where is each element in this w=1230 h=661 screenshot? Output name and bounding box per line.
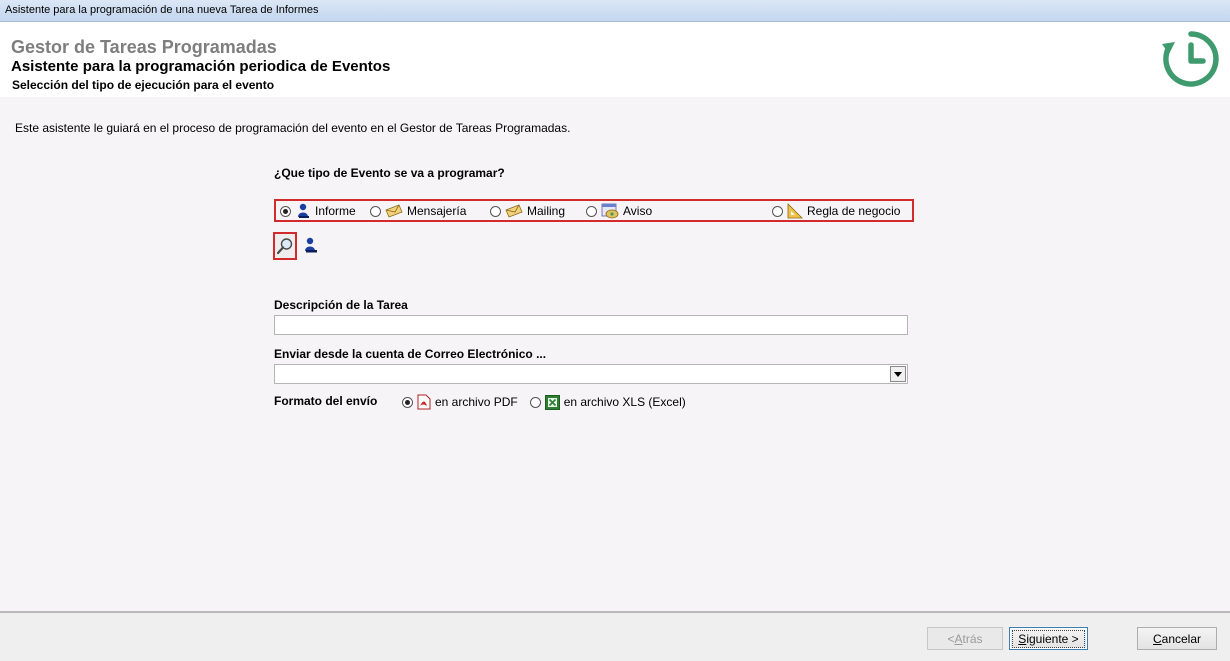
next-button[interactable]: Siguiente > <box>1009 627 1088 650</box>
radio-aviso[interactable] <box>586 205 597 217</box>
format-radio-group: en archivo PDF en archivo XLS (Excel) <box>402 393 686 411</box>
magnifier-icon <box>276 238 293 255</box>
event-type-question: ¿Que tipo de Evento se va a programar? <box>274 166 505 180</box>
ruler-triangle-icon <box>787 203 803 219</box>
event-type-informe[interactable]: Informe <box>280 202 356 220</box>
excel-icon <box>544 394 560 410</box>
option-label: Aviso <box>623 204 653 218</box>
back-button[interactable]: < Atrás <box>927 627 1003 650</box>
event-type-regla-de-negocio[interactable]: Regla de negocio <box>772 202 900 220</box>
description-label: Descripción de la Tarea <box>274 298 408 312</box>
radio-regla-de-negocio[interactable] <box>772 205 783 217</box>
option-label: Informe <box>315 204 356 218</box>
intro-text: Este asistente le guiará en el proceso d… <box>15 121 571 135</box>
event-type-mailing[interactable]: Mailing <box>490 202 565 220</box>
back-button-rest: trás <box>962 631 983 646</box>
back-button-mnemonic: A <box>954 631 963 646</box>
format-xls-label[interactable]: en archivo XLS (Excel) <box>564 395 686 409</box>
radio-mensajeria[interactable] <box>370 205 381 217</box>
report-user-icon <box>298 203 309 218</box>
wizard-title: Asistente para la programación periodica… <box>11 58 391 75</box>
search-report-button[interactable] <box>273 232 297 260</box>
wizard-footer: < Atrás Siguiente > Cancelar <box>0 613 1230 661</box>
wizard-header: Gestor de Tareas Programadas Asistente p… <box>0 22 1230 97</box>
event-type-mensajeria[interactable]: Mensajería <box>370 202 466 220</box>
cancel-button-mnemonic: C <box>1152 631 1162 646</box>
window-titlebar: Asistente para la programación de una nu… <box>0 0 1230 22</box>
email-account-label: Enviar desde la cuenta de Correo Electró… <box>274 347 547 361</box>
notice-icon <box>601 203 619 219</box>
format-label: Formato del envío <box>274 394 378 408</box>
option-label: Mailing <box>527 204 566 218</box>
clock-history-icon <box>1162 31 1219 87</box>
chevron-down-icon <box>894 371 902 377</box>
email-account-select[interactable] <box>274 364 908 384</box>
option-label: Regla de negocio <box>807 204 901 218</box>
next-button-rest: iguiente > <box>1026 631 1079 646</box>
description-input[interactable] <box>274 315 908 335</box>
pdf-icon <box>417 394 431 410</box>
event-type-radio-group: Informe Mensajería Mailing Aviso Regla d… <box>274 199 914 222</box>
dropdown-button[interactable] <box>890 366 906 382</box>
cancel-button-rest: ancelar <box>1161 631 1202 646</box>
cancel-button[interactable]: Cancelar <box>1137 627 1217 650</box>
radio-format-xls[interactable] <box>529 396 541 408</box>
window-title: Asistente para la programación de una nu… <box>5 4 319 16</box>
envelope-icon <box>385 204 403 218</box>
radio-informe[interactable] <box>280 205 291 217</box>
format-pdf-label[interactable]: en archivo PDF <box>435 395 518 409</box>
radio-mailing[interactable] <box>490 205 501 217</box>
app-title: Gestor de Tareas Programadas <box>11 37 277 57</box>
radio-format-pdf[interactable] <box>402 396 413 408</box>
envelope-icon <box>505 204 523 218</box>
back-button-prefix: < <box>947 631 955 646</box>
report-user-icon <box>305 237 317 253</box>
event-type-aviso[interactable]: Aviso <box>586 202 652 220</box>
step-title: Selección del tipo de ejecución para el … <box>12 78 275 92</box>
option-label: Mensajería <box>407 204 467 218</box>
